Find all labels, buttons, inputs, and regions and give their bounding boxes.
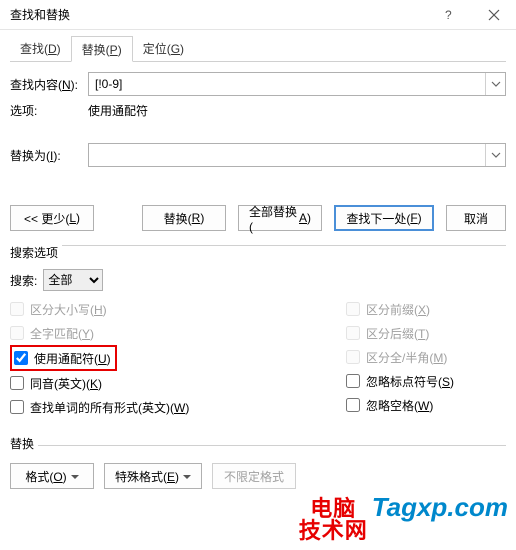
format-button[interactable]: 格式(O) [10,463,94,489]
replace-with-input[interactable] [89,144,485,166]
use-wildcards-checkbox[interactable]: 使用通配符(U) [14,348,111,368]
find-next-button[interactable]: 查找下一处(F) [334,205,434,231]
tab-goto[interactable]: 定位(G) [133,36,194,62]
find-what-dropdown[interactable] [485,73,505,95]
whole-word-checkbox: 全字匹配(Y) [10,321,346,345]
special-button[interactable]: 特殊格式(E) [104,463,202,489]
sounds-like-checkbox[interactable]: 同音(英文)(K) [10,371,346,395]
options-value: 使用通配符 [88,102,148,119]
titlebar: 查找和替换 ? [0,0,516,30]
replace-button[interactable]: 替换(R) [142,205,226,231]
watermark: 电脑 技术网 Tagxp.com [299,492,508,542]
replace-all-button[interactable]: 全部替换(A) [238,205,322,231]
tab-bar: 查找(D) 替换(P) 定位(G) [10,36,506,62]
search-options-legend: 搜索选项 [10,244,62,261]
replace-group: 替换 格式(O) 特殊格式(E) 不限定格式 [10,445,506,489]
help-button[interactable]: ? [426,0,471,30]
tab-replace[interactable]: 替换(P) [71,36,133,62]
match-suffix-checkbox: 区分后缀(T) [346,321,506,345]
find-what-combo[interactable] [88,72,506,96]
search-direction-label: 搜索: [10,272,37,289]
search-direction-select[interactable]: 全部 [43,269,103,291]
replace-with-combo[interactable] [88,143,506,167]
cancel-button[interactable]: 取消 [446,205,506,231]
replace-with-dropdown[interactable] [485,144,505,166]
match-prefix-checkbox: 区分前缀(X) [346,297,506,321]
close-button[interactable] [471,0,516,30]
all-word-forms-checkbox[interactable]: 查找单词的所有形式(英文)(W) [10,395,346,419]
less-button[interactable]: << 更少(L) [10,205,94,231]
ignore-space-checkbox[interactable]: 忽略空格(W) [346,393,506,417]
match-halfwidth-checkbox: 区分全/半角(M) [346,345,506,369]
replace-group-legend: 替换 [10,435,38,452]
replace-with-label: 替换为(I): [10,147,88,164]
chevron-down-icon [71,469,79,483]
search-options-group: 搜索选项 搜索: 全部 区分大小写(H) 全字匹配(Y) [10,245,506,419]
match-case-checkbox: 区分大小写(H) [10,297,346,321]
no-formatting-button: 不限定格式 [212,463,296,489]
find-what-input[interactable] [89,73,485,95]
find-what-label: 查找内容(N): [10,76,88,93]
svg-text:?: ? [445,9,452,21]
chevron-down-icon [183,469,191,483]
wildcards-highlight: 使用通配符(U) [10,345,117,371]
ignore-punct-checkbox[interactable]: 忽略标点符号(S) [346,369,506,393]
window-title: 查找和替换 [10,6,426,23]
dialog-content: 查找(D) 替换(P) 定位(G) 查找内容(N): 选项: 使用通配符 替换为… [0,30,516,499]
options-label: 选项: [10,102,88,119]
tab-find[interactable]: 查找(D) [10,36,71,62]
